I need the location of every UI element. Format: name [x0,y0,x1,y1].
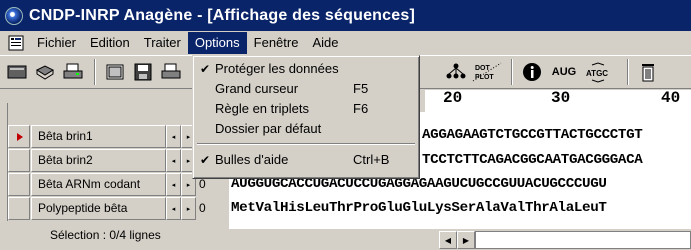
tree-icon[interactable] [443,59,469,85]
menu-separator [197,143,415,145]
horizontal-scrollbar[interactable]: ◀ ▶ [229,228,691,250]
info-icon[interactable] [519,59,545,85]
checkmark-icon: ✔ [200,153,211,167]
menu-item-shortcut: Ctrl+B [353,152,390,167]
dot-plot-icon[interactable]: DOT PLOT [471,59,503,85]
toolbar-separator [627,59,629,85]
scroll-left-icon[interactable]: ◂ [166,173,181,196]
menu-item-label: Dossier par défaut [215,121,322,136]
scroll-right-button[interactable]: ▶ [457,231,475,249]
current-row-arrow-icon [17,133,23,141]
menu-item-label: Bulles d'aide [215,152,289,167]
new-sequence-icon[interactable] [4,59,30,85]
ruler-tick: 40 [661,89,681,107]
print-preview-icon[interactable] [158,59,184,85]
scroll-left-button[interactable]: ◀ [439,231,457,249]
menu-item-regle-triplets[interactable]: Règle en triplets F6 [195,99,417,119]
menu-item-label: Protéger les données [215,61,339,76]
ruler-tick: 30 [551,89,571,107]
title-bar: CNDP-INRP Anagène - [Affichage des séque… [0,0,691,31]
scroll-left-icon[interactable]: ◂ [166,149,181,172]
sequence-name[interactable]: Bêta brin2 [31,149,166,172]
menu-fichier[interactable]: Fichier [30,32,83,54]
menu-options[interactable]: Options [187,32,247,54]
selection-status: Sélection : 0/4 lignes [0,224,229,250]
toolbar-separator [94,59,96,85]
sequence-ruler: 20 30 40 [425,89,691,112]
ruler-tick: 20 [443,89,463,107]
scroll-right-icon[interactable]: ▸ [181,197,196,220]
document-system-icon[interactable] [6,34,26,52]
sequence-name[interactable]: Bêta ARNm codant [31,173,166,196]
menu-item-label: Règle en triplets [215,101,309,116]
checkmark-icon: ✔ [200,62,211,76]
menu-item-shortcut: F6 [353,101,369,116]
scroll-left-icon[interactable]: ◂ [166,125,181,148]
window-title: CNDP-INRP Anagène - [Affichage des séque… [29,6,415,24]
scroll-left-icon[interactable]: ◂ [166,197,181,220]
svg-text:ATGC: ATGC [586,69,608,78]
sequence-row[interactable]: Polypeptide bêta ◂ ▸ 0 [8,197,232,220]
menu-edition[interactable]: Edition [83,32,137,54]
sequence-text[interactable]: MetValHisLeuThrProGluGluLysSerAlaValThrA… [231,200,607,216]
row-marker[interactable] [8,173,30,196]
save-icon[interactable] [130,59,156,85]
print-icon[interactable] [60,59,86,85]
atgc-button[interactable]: ATGC [583,59,619,85]
menu-item-proteger-donnees[interactable]: ✔ Protéger les données [195,59,417,79]
sequence-text[interactable]: AGGAGAAGTCTGCCGTTACTGCCCTGT [422,127,643,143]
aug-button[interactable]: AUG [547,59,581,85]
toolbar-separator [511,59,513,85]
sequence-text[interactable]: TCCTCTTCAGACGGCAATGACGGGACA [422,152,643,168]
current-row-marker[interactable] [8,125,30,148]
menu-item-label: Grand curseur [215,81,299,96]
row-marker[interactable] [8,149,30,172]
menu-item-shortcut: F5 [353,81,369,96]
menu-item-grand-curseur[interactable]: Grand curseur F5 [195,79,417,99]
menu-aide[interactable]: Aide [305,32,345,54]
menu-item-bulles-aide[interactable]: ✔ Bulles d'aide Ctrl+B [195,150,417,170]
film-icon[interactable] [102,59,128,85]
menu-item-dossier-defaut[interactable]: Dossier par défaut [195,119,417,139]
options-menu: ✔ Protéger les données Grand curseur F5 … [192,55,420,179]
menu-fenetre[interactable]: Fenêtre [247,32,306,54]
app-icon[interactable] [5,6,23,25]
trash-icon[interactable] [635,59,661,85]
reading-frame: 0 [198,197,232,220]
row-marker[interactable] [8,197,30,220]
sequence-name[interactable]: Bêta brin1 [31,125,166,148]
menu-bar: Fichier Edition Traiter Options Fenêtre … [0,31,691,55]
sequence-name[interactable]: Polypeptide bêta [31,197,166,220]
open-book-icon[interactable] [32,59,58,85]
scroll-track[interactable] [475,231,691,249]
menu-traiter[interactable]: Traiter [137,32,188,54]
